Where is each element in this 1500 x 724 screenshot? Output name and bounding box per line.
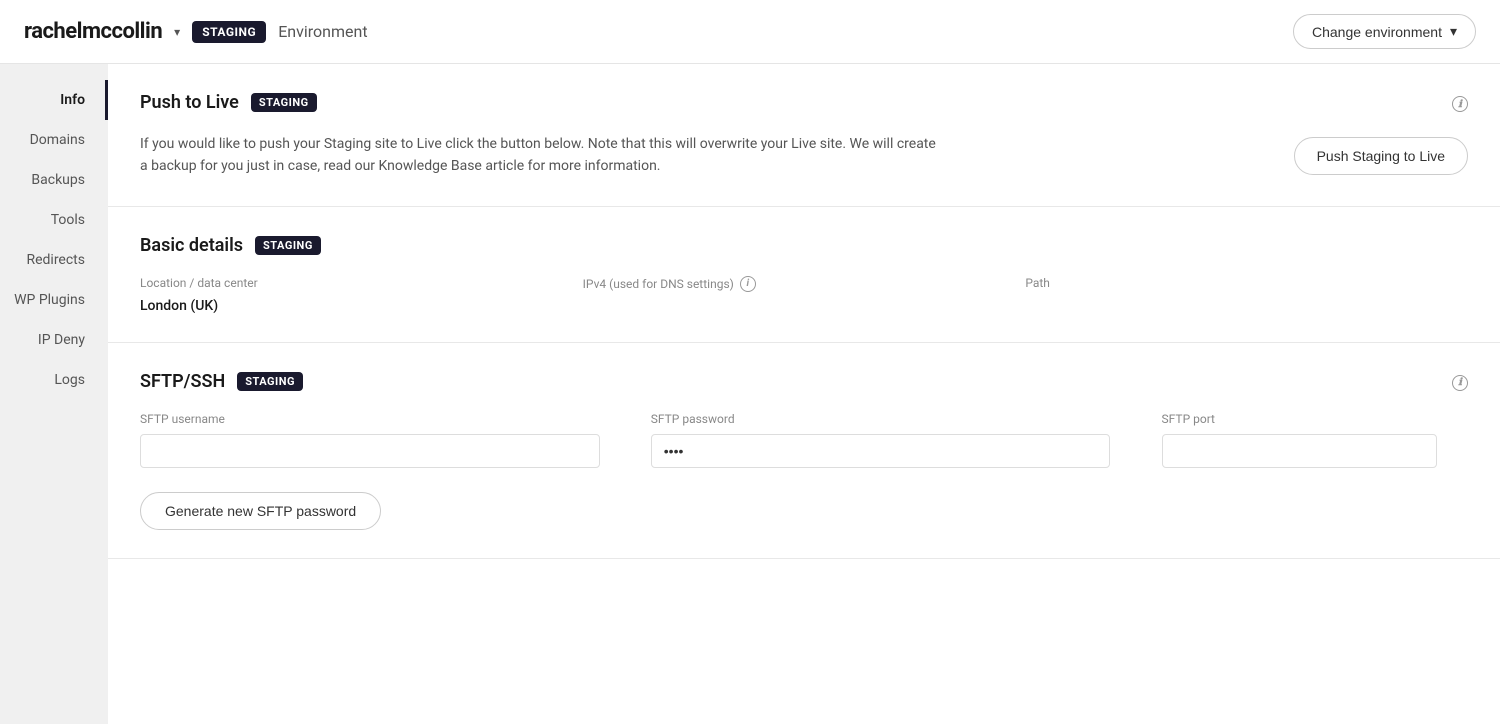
sftp-fields-row: SFTP username SFTP password SFTP port	[140, 412, 1468, 468]
sftp-header: SFTP/SSH STAGING	[140, 371, 1468, 392]
sidebar-item-tools[interactable]: Tools	[0, 200, 108, 240]
site-name: rachelmccollin	[24, 19, 162, 44]
sidebar-item-label: WP Plugins	[14, 292, 85, 308]
ipv4-field: IPv4 (used for DNS settings) i	[583, 276, 1026, 314]
sftp-port-field: SFTP port	[1162, 412, 1468, 468]
sidebar-item-ip-deny[interactable]: IP Deny	[0, 320, 108, 360]
sidebar-item-label: Info	[60, 92, 85, 108]
ipv4-info-icon[interactable]: i	[740, 276, 756, 292]
sidebar-item-logs[interactable]: Logs	[0, 360, 108, 400]
sidebar-item-info[interactable]: Info	[0, 80, 108, 120]
sidebar-item-backups[interactable]: Backups	[0, 160, 108, 200]
sidebar-item-wp-plugins[interactable]: WP Plugins	[0, 280, 108, 320]
sftp-title: SFTP/SSH	[140, 371, 225, 392]
main-content: Push to Live STAGING If you would like t…	[108, 64, 1500, 724]
sidebar-item-label: Backups	[31, 172, 85, 188]
sftp-port-label: SFTP port	[1162, 412, 1468, 426]
basic-details-fields: Location / data center London (UK) IPv4 …	[140, 276, 1468, 314]
chevron-down-icon: ▾	[1450, 23, 1457, 40]
push-info-icon[interactable]: ℹ	[1452, 96, 1468, 112]
path-label: Path	[1025, 276, 1468, 290]
site-chevron-icon[interactable]: ▾	[174, 25, 180, 39]
sftp-password-field: SFTP password	[651, 412, 1162, 468]
sidebar-item-label: Tools	[51, 212, 85, 228]
push-to-live-badge: STAGING	[251, 93, 317, 112]
env-badge: STAGING	[192, 21, 266, 43]
ipv4-label: IPv4 (used for DNS settings) i	[583, 276, 1026, 292]
sidebar-item-label: Logs	[54, 372, 85, 388]
generate-sftp-password-button[interactable]: Generate new SFTP password	[140, 492, 381, 530]
sidebar: Info Domains Backups Tools Redirects WP …	[0, 64, 108, 724]
sftp-password-input[interactable]	[651, 434, 1111, 468]
push-staging-to-live-button[interactable]: Push Staging to Live	[1294, 137, 1468, 175]
sftp-info-icon[interactable]: ℹ	[1452, 375, 1468, 391]
sidebar-item-label: Redirects	[26, 252, 85, 268]
sidebar-item-label: Domains	[30, 132, 85, 148]
sidebar-item-label: IP Deny	[38, 332, 85, 348]
header: rachelmccollin ▾ STAGING Environment Cha…	[0, 0, 1500, 64]
sidebar-item-redirects[interactable]: Redirects	[0, 240, 108, 280]
basic-details-badge: STAGING	[255, 236, 321, 255]
basic-details-section: Basic details STAGING Location / data ce…	[108, 207, 1500, 343]
sftp-port-input[interactable]	[1162, 434, 1438, 468]
location-label: Location / data center	[140, 276, 583, 290]
sftp-ssh-section: SFTP/SSH STAGING SFTP username SFTP pass…	[108, 343, 1500, 559]
location-field: Location / data center London (UK)	[140, 276, 583, 314]
push-to-live-section: Push to Live STAGING If you would like t…	[108, 64, 1500, 207]
change-environment-button[interactable]: Change environment ▾	[1293, 14, 1476, 49]
sftp-password-label: SFTP password	[651, 412, 1162, 426]
sidebar-item-domains[interactable]: Domains	[0, 120, 108, 160]
sftp-username-label: SFTP username	[140, 412, 651, 426]
env-label: Environment	[278, 22, 367, 41]
path-field: Path	[1025, 276, 1468, 314]
sftp-username-input[interactable]	[140, 434, 600, 468]
sftp-username-field: SFTP username	[140, 412, 651, 468]
push-to-live-title: Push to Live	[140, 92, 239, 113]
location-value: London (UK)	[140, 298, 583, 314]
header-left: rachelmccollin ▾ STAGING Environment	[24, 19, 368, 44]
basic-details-title: Basic details	[140, 235, 243, 256]
push-to-live-header: Push to Live STAGING	[140, 92, 1468, 113]
basic-details-header: Basic details STAGING	[140, 235, 1468, 256]
sftp-badge: STAGING	[237, 372, 303, 391]
push-description: If you would like to push your Staging s…	[140, 133, 940, 178]
push-section-body: If you would like to push your Staging s…	[140, 133, 1468, 178]
layout: Info Domains Backups Tools Redirects WP …	[0, 64, 1500, 724]
